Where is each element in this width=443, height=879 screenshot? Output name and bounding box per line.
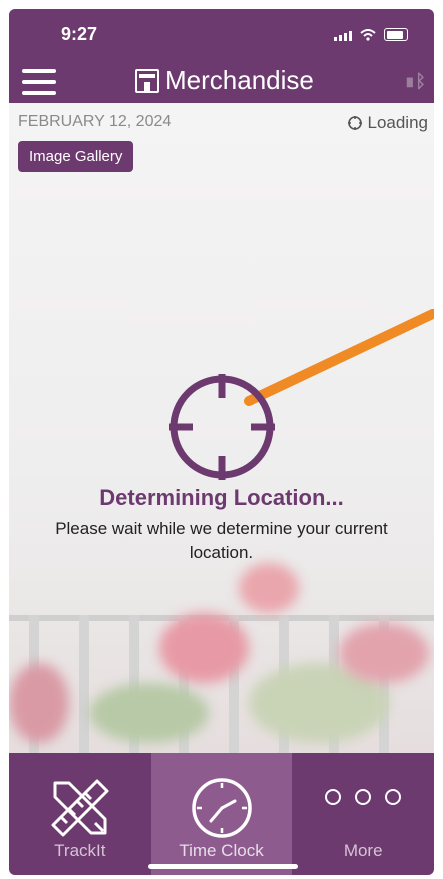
status-bar: 9:27 [9,9,434,61]
clock-icon [191,778,252,838]
railing-post [79,615,89,753]
status-icons [334,28,408,41]
image-gallery-button[interactable]: Image Gallery [18,141,134,172]
date-label: FEBRUARY 12, 2024 [18,113,172,130]
app-title: Merchandise [165,65,314,95]
app-header: Merchandise ▮ᛒ [9,61,434,103]
tab-trackit-label: TrackIt [54,841,106,860]
status-time: 9:27 [61,24,98,44]
store-icon [135,68,159,93]
app-brand: Merchandise [135,65,314,96]
pencil-ruler-icon [51,779,109,837]
more-dots-icon [292,789,434,805]
home-indicator [147,864,298,869]
bluetooth-scanner-icon[interactable]: ▮ᛒ [404,71,426,92]
location-status: Loading [347,113,428,133]
hamburger-menu-icon[interactable] [22,69,56,95]
tab-bar: TrackIt Time Clock More [9,753,434,875]
location-icon [348,116,363,130]
flower [159,613,249,683]
battery-icon [384,28,408,41]
wifi-icon [360,29,376,41]
tab-trackit[interactable]: TrackIt [9,753,151,875]
flower [9,663,69,743]
location-message: Please wait while we determine your curr… [55,519,388,562]
tab-more-label: More [343,841,383,860]
location-status-label: Loading [367,113,428,132]
leaves [89,683,209,743]
flower [239,563,299,613]
signal-icon [334,31,352,41]
tab-time-clock[interactable]: Time Clock [147,753,298,875]
phone-screen: 9:27 Merchandise ▮ᛒ FEBRUARY 12, 2024 Lo… [9,9,434,875]
tab-more[interactable]: More [292,753,434,875]
crosshair-icon [169,374,275,480]
location-title: Determining Location... [99,485,344,510]
tab-time-clock-label: Time Clock [179,841,264,860]
flower [339,623,429,683]
